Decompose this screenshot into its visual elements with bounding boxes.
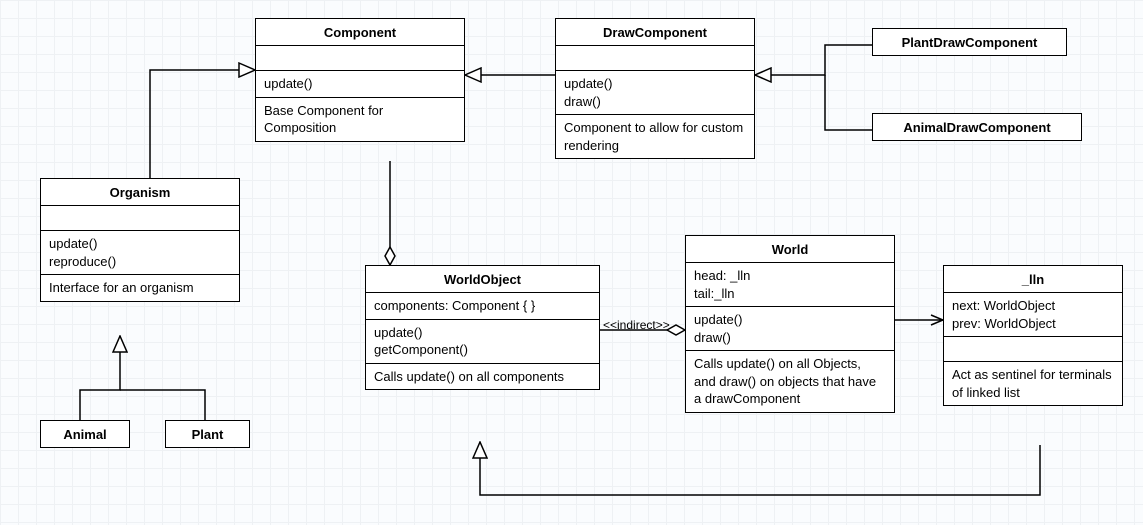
class-name: World [686, 236, 894, 263]
class-drawcomponent: DrawComponent update() draw() Component … [555, 18, 755, 159]
class-methods: update() draw() [686, 307, 894, 351]
class-note: Calls update() on all components [366, 364, 599, 390]
class-name: WorldObject [366, 266, 599, 293]
class-methods: update() [256, 71, 464, 98]
class-methods: update() reproduce() [41, 231, 239, 275]
class-name: Plant [166, 421, 249, 447]
class-name: _lln [944, 266, 1122, 293]
class-name: PlantDrawComponent [873, 29, 1066, 55]
class-attrs [556, 46, 754, 71]
class-organism: Organism update() reproduce() Interface … [40, 178, 240, 302]
class-plantdrawcomponent: PlantDrawComponent [872, 28, 1067, 56]
class-attrs [256, 46, 464, 71]
class-methods [944, 337, 1122, 362]
class-name: Animal [41, 421, 129, 447]
class-methods: update() draw() [556, 71, 754, 115]
class-plant: Plant [165, 420, 250, 448]
class-note: Component to allow for custom rendering [556, 115, 754, 158]
class-note: Calls update() on all Objects, and draw(… [686, 351, 894, 412]
class-name: DrawComponent [556, 19, 754, 46]
class-attrs: components: Component { } [366, 293, 599, 320]
class-animal: Animal [40, 420, 130, 448]
class-name: AnimalDrawComponent [873, 114, 1081, 140]
class-note: Interface for an organism [41, 275, 239, 301]
class-attrs: head: _lln tail:_lln [686, 263, 894, 307]
class-note: Act as sentinel for terminals of linked … [944, 362, 1122, 405]
class-component: Component update() Base Component for Co… [255, 18, 465, 142]
class-worldobject: WorldObject components: Component { } up… [365, 265, 600, 390]
class-attrs [41, 206, 239, 231]
class-world: World head: _lln tail:_lln update() draw… [685, 235, 895, 413]
diagram-canvas: Component update() Base Component for Co… [0, 0, 1143, 525]
edge-label-indirect: <<indirect>> [603, 318, 670, 332]
class-name: Component [256, 19, 464, 46]
class-note: Base Component for Composition [256, 98, 464, 141]
class-methods: update() getComponent() [366, 320, 599, 364]
class-name: Organism [41, 179, 239, 206]
class-lln: _lln next: WorldObject prev: WorldObject… [943, 265, 1123, 406]
class-attrs: next: WorldObject prev: WorldObject [944, 293, 1122, 337]
class-animaldrawcomponent: AnimalDrawComponent [872, 113, 1082, 141]
